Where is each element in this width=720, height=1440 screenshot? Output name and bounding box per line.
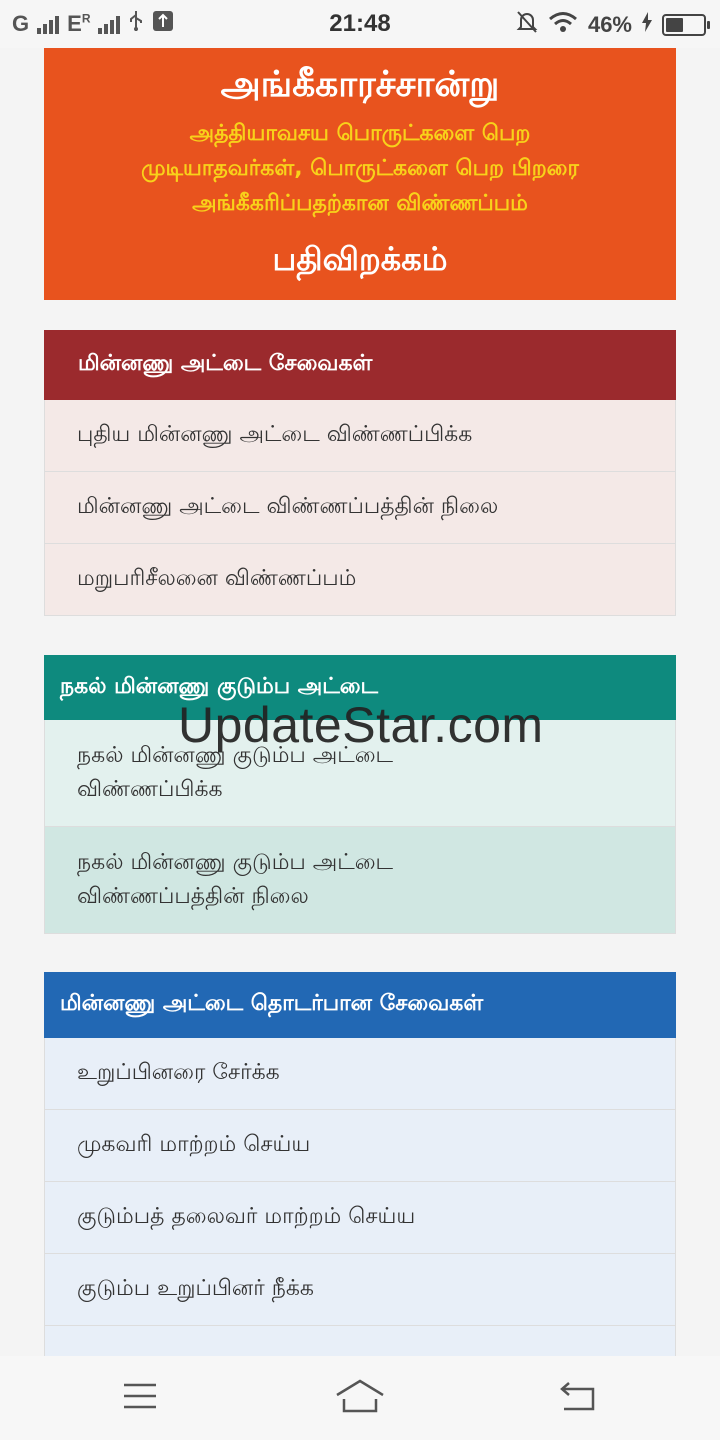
- menu-icon: [123, 1383, 157, 1413]
- related-services-section: மின்னணு அட்டை தொடர்பான சேவைகள் உறுப்பினர…: [44, 972, 676, 1398]
- authorization-banner[interactable]: அங்கீகாரச்சான்று அத்தியாவசய பொருட்களை பெ…: [44, 48, 676, 300]
- battery-percent: 46%: [587, 12, 632, 37]
- home-icon: [335, 1379, 385, 1417]
- download-button[interactable]: பதிவிறக்கம்: [44, 240, 676, 282]
- status-right: 46%: [516, 10, 710, 40]
- list-item-line-2: விண்ணப்பிக்க: [77, 777, 223, 802]
- menu-button[interactable]: [110, 1376, 170, 1420]
- list-item-change-head[interactable]: குடும்பத் தலைவர் மாற்றம் செய்ய: [44, 1182, 676, 1254]
- list-item-duplicate-status[interactable]: நகல் மின்னணு குடும்ப அட்டை விண்ணப்பத்தின…: [44, 827, 676, 934]
- navigation-bar: [0, 1356, 720, 1440]
- wifi-icon: [548, 11, 578, 39]
- section-header: மின்னணு அட்டை சேவைகள்: [44, 330, 676, 400]
- banner-title: அங்கீகாரச்சான்று: [220, 64, 500, 105]
- banner-subtitle-line-3: அங்கீகரிப்பதற்கான விண்ணப்பம்: [192, 191, 528, 216]
- list-item-application-status[interactable]: மின்னணு அட்டை விண்ணப்பத்தின் நிலை: [44, 472, 676, 544]
- section-header: மின்னணு அட்டை தொடர்பான சேவைகள்: [44, 972, 676, 1038]
- list-item-review-application[interactable]: மறுபரிசீலனை விண்ணப்பம்: [44, 544, 676, 616]
- back-button[interactable]: [548, 1376, 608, 1420]
- banner-subtitle-line-2: முடியாதவர்கள், பொருட்களை பெற பிறரை: [141, 156, 579, 181]
- banner-subtitle-line-1: அத்தியாவசய பொருட்களை பெற: [189, 121, 531, 146]
- list-item-new-card[interactable]: புதிய மின்னணு அட்டை விண்ணப்பிக்க: [44, 400, 676, 472]
- list-item-text: நகல் மின்னணு குடும்ப அட்டை விண்ணப்பத்தின…: [77, 846, 393, 914]
- watermark-text: UpdateStar.com: [178, 697, 544, 753]
- battery-icon: [662, 14, 710, 36]
- charging-icon: [642, 12, 652, 38]
- list-item-remove-member[interactable]: குடும்ப உறுப்பினர் நீக்க: [44, 1254, 676, 1326]
- list-item-line-2: விண்ணப்பத்தின் நிலை: [77, 884, 309, 909]
- list-item-add-member[interactable]: உறுப்பினரை சேர்க்க: [44, 1038, 676, 1110]
- back-icon: [559, 1381, 597, 1415]
- status-bar: G ER 21:48 46%: [0, 0, 720, 48]
- list-item-line-1: நகல் மின்னணு குடும்ப அட்டை: [77, 850, 394, 875]
- battery-fill: [666, 18, 683, 32]
- mute-notification-icon: [516, 10, 538, 40]
- home-button[interactable]: [330, 1376, 390, 1420]
- smart-card-services-section: மின்னணு அட்டை சேவைகள் புதிய மின்னணு அட்ட…: [44, 330, 676, 616]
- list-item-change-address[interactable]: முகவரி மாற்றம் செய்ய: [44, 1110, 676, 1182]
